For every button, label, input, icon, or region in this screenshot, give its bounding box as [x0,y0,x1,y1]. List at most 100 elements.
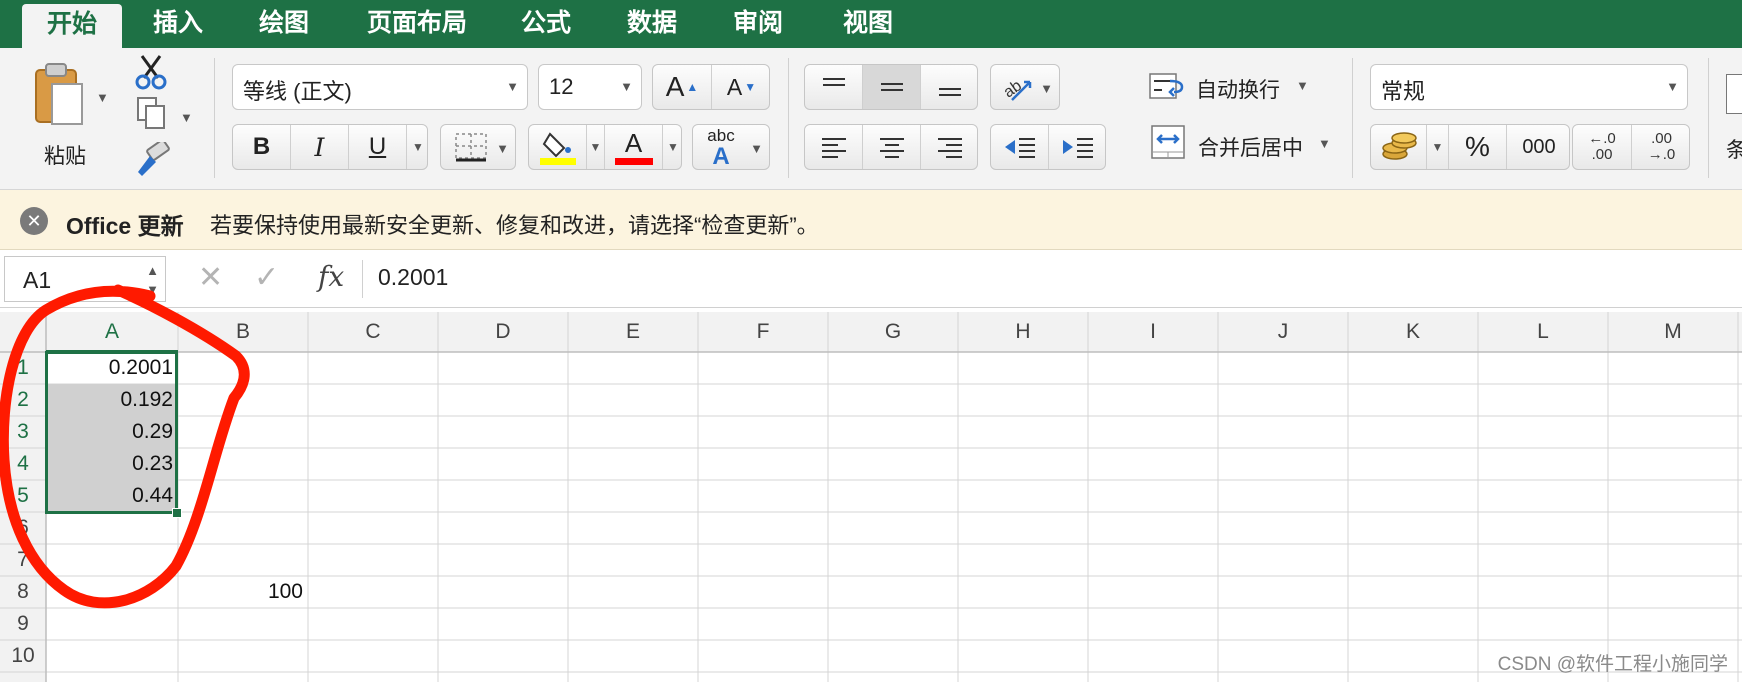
grow-arrow-icon: ▲ [686,80,699,94]
align-left-button[interactable] [805,125,863,169]
column-header-e[interactable]: E [568,312,698,352]
tab-draw[interactable]: 绘图 [244,0,324,48]
clipboard-icon [35,63,83,125]
cell-a4[interactable]: 0.23 [47,448,177,480]
column-header-i[interactable]: I [1088,312,1218,352]
font-size-group: A ▲ A ▼ [652,64,770,110]
paste-button[interactable]: ▼ 粘贴 [22,56,112,176]
decrease-decimal-button[interactable]: .00 →.0 [1632,125,1691,169]
font-color-button[interactable]: A [605,125,663,169]
tab-insert[interactable]: 插入 [138,0,218,48]
conditional-format-button-partial[interactable]: 条 [1722,58,1742,178]
cancel-edit-icon[interactable]: ✕ [198,260,223,295]
comma-style-button[interactable]: 000 [1507,125,1571,169]
chevron-down-icon: ▼ [1318,136,1331,151]
underline-dropdown[interactable]: ▼ [407,125,429,169]
accounting-format-button[interactable] [1371,125,1427,169]
paste-dropdown-icon[interactable]: ▼ [96,90,109,105]
cell-a1[interactable]: 0.2001 [47,352,177,384]
column-header-d[interactable]: D [438,312,568,352]
underline-button[interactable]: U [349,125,407,169]
increase-decimal-button[interactable]: ←.0 .00 [1573,125,1632,169]
align-center-button[interactable] [863,125,921,169]
italic-button[interactable]: I [291,125,349,169]
tab-page-layout[interactable]: 页面布局 [354,0,480,48]
row-header-6[interactable]: 6 [0,512,46,544]
column-header-m[interactable]: M [1608,312,1738,352]
row-header-8[interactable]: 8 [0,576,46,608]
column-header-k[interactable]: K [1348,312,1478,352]
accounting-format-dropdown[interactable]: ▼ [1427,125,1449,169]
align-middle-button[interactable] [863,65,921,109]
tab-home[interactable]: 开始 [22,4,122,48]
tab-formulas[interactable]: 公式 [506,0,586,48]
column-header-l[interactable]: L [1478,312,1608,352]
paste-label: 粘贴 [44,145,86,168]
column-header-j[interactable]: J [1218,312,1348,352]
row-header-4[interactable]: 4 [0,448,46,480]
font-size-value: 12 [549,74,574,99]
worksheet-grid[interactable]: A B C D E F G H I J K L M 1 2 3 4 5 6 7 … [0,312,1742,682]
increase-indent-button[interactable] [1049,125,1107,169]
confirm-edit-icon[interactable]: ✓ [254,260,279,295]
merge-center-button[interactable]: 合并后居中 ▼ [1150,120,1331,168]
column-header-g[interactable]: G [828,312,958,352]
fill-handle[interactable] [172,508,182,518]
office-update-bar: ✕ Office 更新 若要保持使用最新安全更新、修复和改进，请选择“检查更新”… [0,190,1742,250]
name-box[interactable]: A1 ▲ ▼ [4,256,166,302]
row-header-7[interactable]: 7 [0,544,46,576]
cell-a3[interactable]: 0.29 [47,416,177,448]
column-header-c[interactable]: C [308,312,438,352]
borders-button[interactable]: ▼ [440,124,516,170]
row-header-1[interactable]: 1 [0,352,46,384]
chevron-up-icon[interactable]: ▲ [146,263,159,278]
insert-function-button[interactable]: fx [318,260,344,293]
cut-scissors-icon[interactable] [134,54,168,90]
fill-color-dropdown[interactable]: ▼ [587,125,605,169]
chevron-down-icon[interactable]: ▼ [146,282,159,297]
shrink-font-button[interactable]: A ▼ [712,65,771,109]
align-bottom-button[interactable] [921,65,979,109]
row-header-9[interactable]: 9 [0,608,46,640]
cell-b8[interactable]: 100 [179,576,307,608]
number-format-dropdown[interactable]: 常规 ▼ [1370,64,1688,110]
row-header-10[interactable]: 10 [0,640,46,672]
tab-data[interactable]: 数据 [612,0,692,48]
wrap-text-label: 自动换行 [1196,79,1280,102]
column-header-h[interactable]: H [958,312,1088,352]
row-header-3[interactable]: 3 [0,416,46,448]
orientation-button[interactable]: ab ▼ [990,64,1060,110]
copy-dropdown-icon[interactable]: ▼ [180,110,193,125]
percent-style-button[interactable]: % [1449,125,1507,169]
decrease-indent-button[interactable] [991,125,1049,169]
grow-font-button[interactable]: A ▲ [653,65,712,109]
cell-a2[interactable]: 0.192 [47,384,177,416]
row-header-5[interactable]: 5 [0,480,46,512]
tab-review[interactable]: 审阅 [718,0,798,48]
bold-button[interactable]: B [233,125,291,169]
fill-color-button[interactable] [529,125,587,169]
phonetic-button[interactable]: abc A ▼ [692,124,770,170]
shrink-arrow-icon: ▼ [744,80,757,94]
phonetic-sub: A [712,143,730,170]
align-top-button[interactable] [805,65,863,109]
font-color-dropdown[interactable]: ▼ [663,125,683,169]
wrap-text-button[interactable]: 自动换行 ▼ [1148,66,1309,106]
font-name-dropdown[interactable]: 等线 (正文) ▼ [232,64,528,110]
vertical-align-group [804,64,978,110]
cell-a5[interactable]: 0.44 [47,480,177,512]
column-header-f[interactable]: F [698,312,828,352]
close-icon[interactable]: ✕ [20,207,48,235]
column-header-b[interactable]: B [178,312,308,352]
comma-glyph: 000 [1522,135,1556,158]
grow-font-glyph: A [665,71,685,102]
tab-view[interactable]: 视图 [828,0,908,48]
column-header-a[interactable]: A [46,312,178,352]
copy-icon[interactable] [134,96,168,130]
font-size-dropdown[interactable]: 12 ▼ [538,64,642,110]
chevron-down-icon: ▼ [1431,140,1444,154]
format-painter-icon[interactable] [132,142,172,178]
align-right-button[interactable] [921,125,979,169]
row-header-2[interactable]: 2 [0,384,46,416]
formula-input[interactable]: 0.2001 [378,264,448,291]
